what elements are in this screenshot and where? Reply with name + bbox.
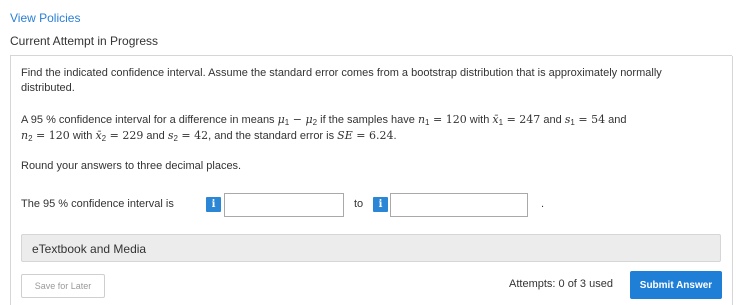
view-policies-link[interactable]: View Policies [10, 11, 80, 25]
question-panel: Find the indicated confidence interval. … [10, 56, 733, 305]
answer-label: The 95 % confidence interval is [21, 198, 174, 210]
etextbook-media-toggle[interactable]: eTextbook and Media [21, 234, 721, 262]
mu1-symbol: μ [277, 113, 285, 126]
s1-value: = 54 [574, 113, 606, 126]
answer-period: . [541, 198, 545, 210]
param-text: A 95 % confidence interval for a differe… [21, 114, 278, 126]
attempts-counter: Attempts: 0 of 3 used [509, 278, 613, 290]
lower-bound-info-icon[interactable]: i [206, 197, 221, 212]
s2-value: = 42 [177, 129, 209, 142]
param-text: with [466, 114, 493, 126]
se-symbol: SE [337, 129, 353, 142]
save-for-later-button[interactable]: Save for Later [21, 274, 105, 298]
param-text: and [605, 114, 627, 126]
param-text: , and the standard error is [208, 130, 338, 142]
question-intro-line-1: Find the indicated confidence interval. … [21, 67, 662, 79]
se-value: = 6.24 [352, 129, 394, 142]
lower-bound-input[interactable] [224, 193, 344, 217]
n1-value: = 120 [429, 113, 467, 126]
xbar1-value: = 247 [503, 113, 541, 126]
param-text: . [393, 130, 397, 142]
param-text: and [540, 114, 565, 126]
param-text: if the samples have [317, 114, 418, 126]
current-attempt-heading: Current Attempt in Progress [10, 34, 159, 48]
minus-symbol: − [289, 113, 306, 126]
rounding-instruction: Round your answers to three decimal plac… [21, 160, 242, 172]
param-text: and [143, 130, 168, 142]
mu2-symbol: μ [305, 113, 313, 126]
n2-value: = 120 [32, 129, 70, 142]
question-intro: Find the indicated confidence interval. … [21, 66, 711, 96]
question-intro-line-2: distributed. [21, 82, 75, 94]
submit-answer-button[interactable]: Submit Answer [630, 271, 722, 299]
n1-symbol: n [417, 113, 426, 126]
question-parameters-line-2: n2 = 120 with x̄2 = 229 and s2 = 42, and… [21, 128, 397, 146]
to-label: to [354, 198, 364, 210]
upper-bound-input[interactable] [390, 193, 528, 217]
upper-bound-info-icon[interactable]: i [373, 197, 388, 212]
xbar2-value: = 229 [106, 129, 144, 142]
param-text: with [69, 130, 96, 142]
answer-row: The 95 % confidence interval is i to i . [21, 192, 721, 218]
